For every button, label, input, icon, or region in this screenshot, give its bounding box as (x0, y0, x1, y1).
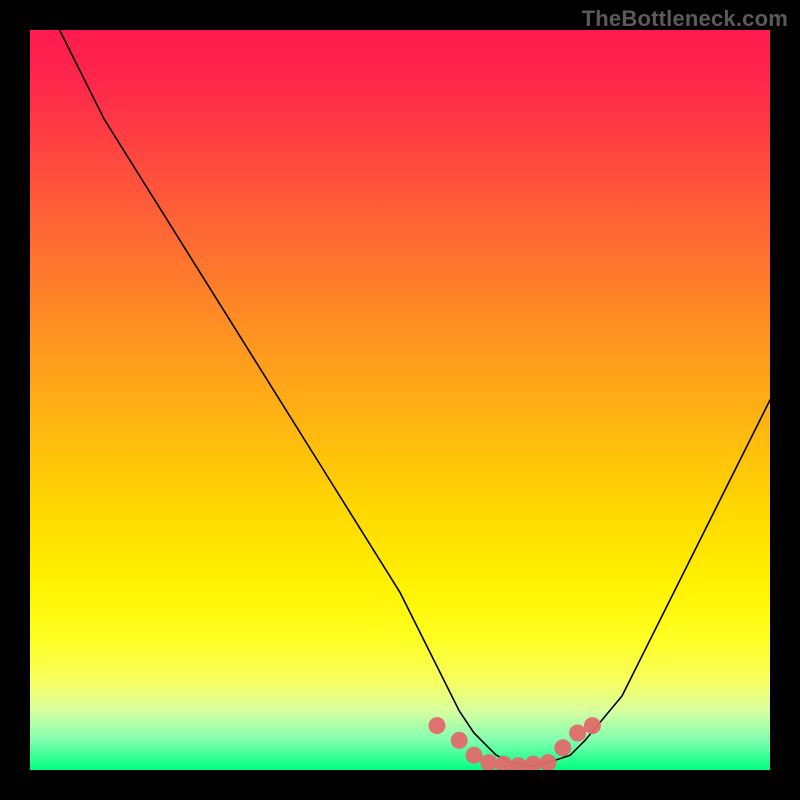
minimum-markers (30, 30, 770, 770)
watermark-text: TheBottleneck.com (582, 6, 788, 32)
plot-area (30, 30, 770, 770)
